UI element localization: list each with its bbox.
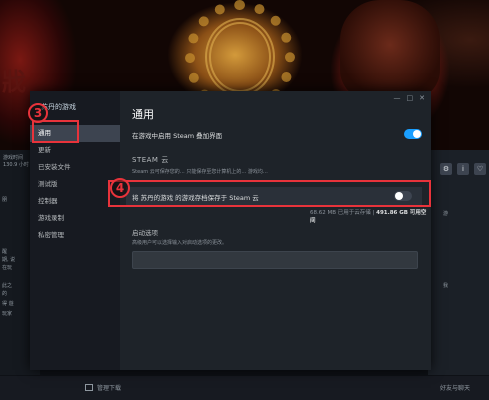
- download-icon: [85, 384, 93, 391]
- steam-cloud-header: STEAM 云: [132, 156, 169, 164]
- maximize-icon[interactable]: □: [407, 94, 414, 102]
- nav-item-controller[interactable]: 控制器: [30, 193, 120, 210]
- heart-icon[interactable]: ♡: [474, 163, 486, 175]
- info-icon[interactable]: i: [457, 163, 469, 175]
- nav-item-updates[interactable]: 更新: [30, 142, 120, 159]
- properties-content: — □ ✕ 通用 在游戏中启用 Steam 叠加界面 STEAM 云 Steam…: [120, 91, 431, 370]
- cloud-used-text: 68.62 MB 已用于云存储 |: [310, 210, 377, 216]
- hero-art-figure: [340, 0, 440, 100]
- game-logo-glyph: 戕: [2, 67, 26, 96]
- activity-text: 期, 说: [2, 257, 16, 263]
- nav-item-installed-files[interactable]: 已安装文件: [30, 159, 120, 176]
- hero-art-ornament-inner: [205, 18, 275, 96]
- activity-text: 朋: [2, 197, 8, 203]
- library-right-panel: [428, 150, 489, 375]
- activity-text: 的: [2, 291, 8, 297]
- nav-item-privacy[interactable]: 私密管理: [30, 227, 120, 244]
- steam-cloud-description: Steam 云可保存您的… 只能保存至您计算机上的… 游戏均…: [132, 169, 268, 175]
- game-header-icons: ⚙ i ♡: [440, 163, 486, 175]
- side-text: 游: [443, 211, 449, 217]
- playtime-value: 130.9 小时: [3, 162, 29, 168]
- friends-chat-button[interactable]: 好友与聊天: [440, 383, 470, 392]
- launch-options-input[interactable]: [132, 251, 418, 269]
- toggle-knob: [413, 130, 421, 138]
- properties-dialog: 苏丹的游戏 通用 更新 已安装文件 测试版 控制器 游戏录制 私密管理 — □ …: [30, 91, 431, 370]
- playtime-info: 游戏时间 130.9 小时: [3, 155, 29, 169]
- step-3-marker: 3: [28, 103, 48, 123]
- activity-text: 醒: [2, 249, 8, 255]
- close-icon[interactable]: ✕: [419, 94, 425, 102]
- overlay-setting-label: 在游戏中启用 Steam 叠加界面: [132, 132, 223, 140]
- activity-text: 在玩: [2, 265, 13, 271]
- activity-text: 此之: [2, 283, 13, 289]
- activity-text: 玩家: [2, 311, 13, 317]
- nav-item-betas[interactable]: 测试版: [30, 176, 120, 193]
- highlight-cloud-setting: [108, 180, 431, 207]
- activity-text: 得 遊: [2, 301, 14, 307]
- minimize-icon[interactable]: —: [394, 94, 401, 102]
- highlight-general-tab: [32, 120, 79, 143]
- step-4-marker: 4: [110, 178, 130, 198]
- launch-options-header: 启动选项: [132, 229, 158, 237]
- nav-item-game-recording[interactable]: 游戏录制: [30, 210, 120, 227]
- cloud-storage-info: 68.62 MB 已用于云存储 | 491.86 GB 可用空间: [310, 208, 431, 224]
- gear-icon[interactable]: ⚙: [440, 163, 452, 175]
- page-title: 通用: [132, 108, 154, 121]
- overlay-toggle[interactable]: [404, 129, 422, 139]
- manage-downloads-label: 管理下载: [97, 385, 122, 392]
- side-text: 我: [443, 283, 449, 289]
- manage-downloads-button[interactable]: 管理下载: [85, 383, 121, 392]
- launch-options-description: 高级用户可以选择输入对启动选项的更改。: [132, 240, 228, 246]
- bottom-bar: [0, 376, 489, 400]
- window-controls: — □ ✕: [394, 94, 426, 102]
- playtime-label: 游戏时间: [3, 155, 24, 161]
